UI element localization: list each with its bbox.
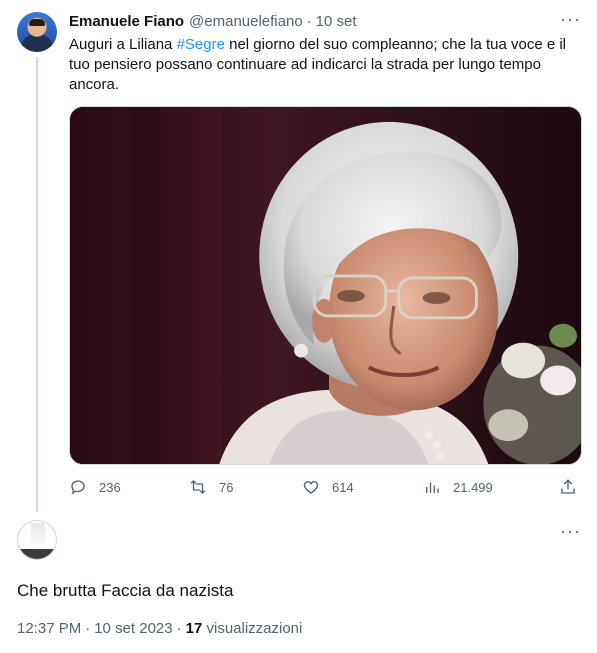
- meta-separator: ·: [176, 620, 182, 637]
- tweet-date[interactable]: 10 set: [316, 13, 357, 30]
- thread-connector-line: [36, 57, 38, 512]
- views-count: 21.499: [453, 479, 493, 495]
- share-button[interactable]: [559, 478, 577, 496]
- reply-views-label: visualizzazioni: [206, 620, 303, 637]
- photo-illustration: [70, 107, 581, 464]
- tweet-text-start: Auguri a Liliana: [69, 36, 177, 53]
- retweet-icon: [190, 480, 206, 494]
- reply-text: Che brutta Faccia da nazista: [17, 581, 234, 600]
- author-name[interactable]: Emanuele Fiano: [69, 13, 184, 30]
- like-button[interactable]: 614: [302, 478, 354, 496]
- reply-icon: [71, 480, 85, 495]
- views-button[interactable]: 21.499: [423, 478, 493, 496]
- tweet-header: Emanuele Fiano @emanuelefiano · 10 set ·…: [69, 9, 581, 31]
- reply-metadata: 12:37 PM · 10 set 2023 · 17 visualizzazioni: [17, 620, 302, 637]
- reply-date[interactable]: 10 set 2023: [94, 620, 172, 637]
- author-avatar[interactable]: [17, 12, 57, 52]
- reply-more-icon[interactable]: ···: [560, 521, 581, 542]
- tweet-actions-bar: 236 76 614 21.499: [69, 478, 579, 498]
- tweet-text: Auguri a Liliana #Segre nel giorno del s…: [69, 35, 574, 95]
- reply-author-avatar[interactable]: [17, 520, 57, 560]
- analytics-icon: [426, 482, 439, 493]
- like-count: 614: [332, 479, 354, 495]
- reply-views-count: 17: [185, 620, 203, 637]
- reply-button[interactable]: 236: [69, 478, 121, 496]
- meta-separator: ·: [85, 620, 91, 637]
- retweet-button[interactable]: 76: [189, 478, 233, 496]
- header-separator: ·: [306, 12, 312, 30]
- reply-count: 236: [99, 479, 121, 495]
- hashtag-link[interactable]: #Segre: [177, 36, 225, 53]
- reply-time[interactable]: 12:37 PM: [17, 620, 81, 637]
- heart-icon: [303, 481, 319, 494]
- retweet-count: 76: [219, 479, 234, 495]
- tweet-photo[interactable]: [69, 106, 582, 465]
- author-handle[interactable]: @emanuelefiano: [189, 13, 303, 30]
- share-icon: [561, 479, 575, 494]
- tweet-more-icon[interactable]: ···: [560, 9, 581, 30]
